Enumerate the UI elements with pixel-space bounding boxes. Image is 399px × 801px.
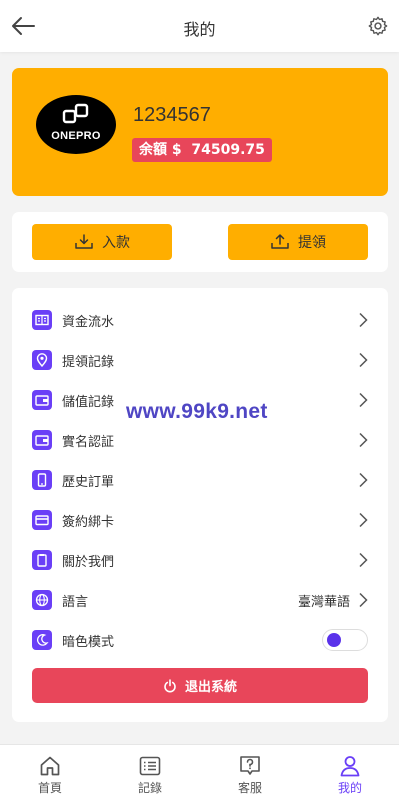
menu-item-fund-flow[interactable]: 資金流水 (12, 300, 388, 340)
home-icon (40, 756, 60, 776)
menu-item-label: 提領記錄 (62, 355, 115, 370)
username: 1234567 (133, 104, 211, 126)
menu-item-label: 關於我們 (62, 555, 115, 570)
globe-icon (32, 590, 52, 610)
chevron-right-icon (359, 432, 368, 448)
logo-text: ONEPRO (51, 130, 101, 142)
watermark: www.99k9.net (126, 400, 268, 423)
menu-item-withdraw-records[interactable]: 提領記錄 (12, 340, 388, 380)
chevron-right-icon (359, 552, 368, 568)
deposit-label: 入款 (102, 235, 130, 251)
menu-item-order-history[interactable]: 歷史訂單 (12, 460, 388, 500)
top-bar: 我的 (0, 0, 399, 52)
menu-item-label: 歷史訂單 (62, 475, 115, 490)
menu-item-language[interactable]: 語言 臺灣華語 (12, 580, 388, 620)
tab-label: 客服 (237, 781, 262, 795)
download-icon (75, 234, 93, 249)
phone-icon (32, 470, 52, 490)
menu-item-bind-card[interactable]: 簽約綁卡 (12, 500, 388, 540)
tab-label: 我的 (337, 781, 362, 795)
chevron-right-icon (359, 472, 368, 488)
upload-icon (271, 234, 289, 249)
withdraw-button[interactable]: 提領 (228, 224, 368, 260)
chevron-right-icon (359, 312, 368, 328)
credit-card-icon (32, 510, 52, 530)
profile-card: ONEPRO 1234567 余額 $ 74509.75 (12, 68, 388, 196)
tab-home[interactable]: 首頁 (0, 745, 100, 801)
chevron-right-icon (359, 392, 368, 408)
page-title: 我的 (183, 20, 216, 39)
tab-label: 首頁 (37, 781, 62, 795)
tab-support[interactable]: 客服 (200, 745, 300, 801)
tab-profile[interactable]: 我的 (300, 745, 399, 801)
balance-value: 74509.75 (191, 142, 265, 158)
menu-item-label: 實名認証 (62, 435, 115, 450)
withdraw-label: 提領 (298, 235, 326, 251)
menu-item-dark-mode: 暗色模式 (12, 620, 388, 660)
menu-item-identity-verification[interactable]: 實名認証 (12, 420, 388, 460)
menu-card: 資金流水 提領記錄 儲值記錄 實名認証 歷史訂單 簽約綁卡 關於我們 語言 臺灣… (12, 288, 388, 722)
menu-item-label: 暗色模式 (62, 635, 115, 650)
clipboard-icon (32, 550, 52, 570)
brand-logo: ONEPRO (36, 95, 116, 154)
tab-label: 記錄 (137, 781, 162, 795)
chevron-right-icon (359, 592, 368, 608)
chevron-right-icon (359, 352, 368, 368)
user-icon (340, 756, 360, 777)
actions-card: 入款 提領 (12, 212, 388, 272)
toggle-knob (327, 633, 341, 647)
deposit-button[interactable]: 入款 (32, 224, 172, 260)
logout-button[interactable]: 退出系統 (32, 668, 368, 703)
wallet-icon (32, 390, 52, 410)
help-chat-icon (240, 756, 260, 775)
tab-records[interactable]: 記錄 (100, 745, 200, 801)
id-card-icon (32, 430, 52, 450)
list-icon (139, 756, 161, 776)
logout-label: 退出系統 (184, 680, 237, 695)
menu-item-about-us[interactable]: 關於我們 (12, 540, 388, 580)
location-pin-icon (32, 350, 52, 370)
power-icon (164, 678, 176, 692)
moon-icon (32, 630, 52, 650)
balance-currency: $ (171, 142, 182, 158)
menu-item-label: 語言 (62, 595, 89, 610)
menu-item-label: 儲值記錄 (62, 395, 115, 410)
balance-label: 余額 (139, 142, 167, 158)
ledger-icon (32, 310, 52, 330)
menu-item-label: 資金流水 (62, 315, 115, 330)
dark-mode-toggle[interactable] (322, 629, 368, 651)
language-value: 臺灣華語 (297, 595, 350, 610)
menu-item-label: 簽約綁卡 (62, 515, 115, 530)
balance-badge: 余額 $ 74509.75 (132, 138, 272, 162)
logo-mark-icon (62, 103, 89, 124)
bottom-tab-bar: 首頁 記錄 客服 我的 (0, 744, 399, 801)
gear-icon[interactable] (367, 15, 389, 37)
chevron-right-icon (359, 512, 368, 528)
